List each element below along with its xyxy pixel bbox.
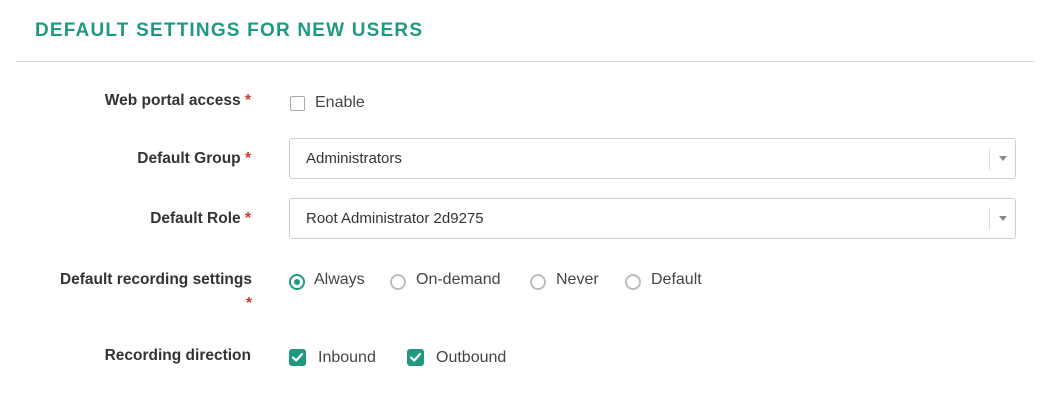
section-divider: [16, 61, 1035, 62]
chevron-down-icon[interactable]: [999, 156, 1007, 161]
recording-direction-label: Recording direction: [105, 347, 251, 365]
default-role-value: Root Administrator 2d9275: [306, 210, 484, 227]
select-separator: [989, 208, 990, 230]
chevron-down-icon[interactable]: [999, 216, 1007, 221]
select-separator: [989, 148, 990, 170]
recording-direction-label-text: Recording direction: [104, 347, 251, 364]
default-role-label: Default Role *: [150, 210, 251, 228]
default-group-label-text: Default Group: [137, 150, 241, 167]
web-portal-label: Web portal access *: [105, 92, 251, 110]
radio-default[interactable]: [625, 274, 641, 290]
web-portal-label-text: Web portal access: [104, 92, 241, 109]
required-mark: *: [244, 150, 251, 167]
default-group-select[interactable]: Administrators: [289, 138, 1016, 179]
radio-never-label[interactable]: Never: [556, 271, 599, 289]
outbound-label[interactable]: Outbound: [436, 349, 506, 367]
checkmark-icon: [291, 352, 304, 362]
default-role-label-text: Default Role: [150, 210, 241, 227]
default-group-value: Administrators: [306, 150, 402, 167]
inbound-checkbox[interactable]: [289, 349, 306, 366]
recording-settings-label-text: Default recording settings: [59, 271, 252, 288]
radio-default-label[interactable]: Default: [651, 271, 702, 289]
default-role-select[interactable]: Root Administrator 2d9275: [289, 198, 1016, 239]
radio-never[interactable]: [530, 274, 546, 290]
required-mark: *: [244, 210, 251, 227]
outbound-checkbox[interactable]: [407, 349, 424, 366]
web-portal-enable-label[interactable]: Enable: [315, 94, 365, 112]
required-mark: *: [244, 92, 251, 109]
radio-on-demand-label[interactable]: On-demand: [416, 271, 501, 289]
default-group-label: Default Group *: [137, 150, 251, 168]
recording-settings-label: Default recording settings *: [30, 268, 252, 316]
radio-always[interactable]: [289, 274, 305, 290]
required-mark: *: [245, 295, 252, 312]
radio-always-label[interactable]: Always: [314, 271, 365, 289]
web-portal-checkbox[interactable]: [290, 96, 305, 111]
inbound-label[interactable]: Inbound: [318, 349, 376, 367]
checkmark-icon: [409, 352, 422, 362]
section-title: DEFAULT SETTINGS FOR NEW USERS: [35, 20, 424, 41]
radio-on-demand[interactable]: [390, 274, 406, 290]
